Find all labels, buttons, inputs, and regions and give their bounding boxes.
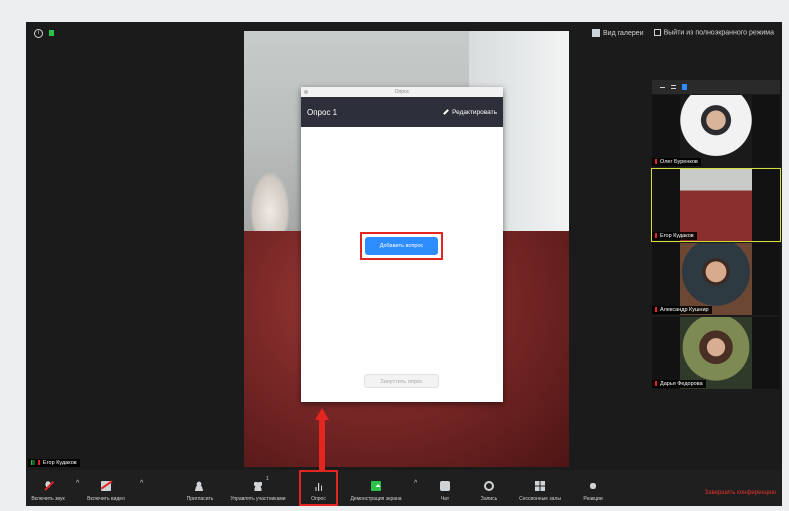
- breakout-rooms-button[interactable]: Сессионные залы: [510, 470, 570, 506]
- chat-button[interactable]: Чат: [430, 470, 460, 506]
- muted-mic-icon: [655, 307, 657, 313]
- gallery-view-button[interactable]: Вид галереи: [592, 29, 644, 37]
- muted-mic-icon: [655, 159, 657, 165]
- red-arrow-annotation: [315, 408, 329, 471]
- close-icon[interactable]: [304, 90, 308, 94]
- reactions-icon: [588, 481, 598, 491]
- active-speaker-label: Егор Кудаков: [28, 459, 80, 467]
- grid-view-icon[interactable]: [682, 84, 687, 90]
- participant-video: [680, 243, 752, 315]
- participant-name: Александр Кушнир: [652, 306, 712, 314]
- polls-highlight: [299, 470, 338, 506]
- info-icon[interactable]: i: [34, 28, 43, 38]
- share-screen-button[interactable]: Демонстрация экрана: [340, 470, 412, 506]
- record-button[interactable]: Запись: [472, 470, 506, 506]
- video-options-chevron-icon[interactable]: ^: [140, 480, 143, 487]
- participant-name: Егор Кудаков: [652, 232, 697, 240]
- share-screen-icon: [371, 481, 381, 491]
- start-video-button[interactable]: Включить видео: [84, 470, 128, 506]
- unmute-button[interactable]: Включить звук: [28, 470, 68, 506]
- meeting-toolbar: Включить звук ^ Включить видео ^ Приглас…: [26, 470, 782, 506]
- participant-video: [680, 317, 752, 389]
- arrow-shaft: [319, 420, 325, 471]
- poll-header: Опрос 1 Редактировать: [301, 97, 503, 127]
- participants-count: 1: [266, 476, 269, 482]
- record-icon: [484, 481, 494, 491]
- muted-mic-icon: [655, 233, 657, 239]
- participant-video: [680, 169, 752, 241]
- add-question-button[interactable]: Добавить вопрос: [365, 237, 438, 255]
- launch-poll-button[interactable]: Запустить опрос: [364, 374, 439, 388]
- invite-button[interactable]: Пригласить: [182, 470, 218, 506]
- mic-muted-icon: [43, 481, 53, 491]
- poll-dialog-titlebar: Опрос: [301, 87, 503, 97]
- audio-options-chevron-icon[interactable]: ^: [76, 480, 79, 487]
- pencil-icon: [443, 109, 449, 115]
- share-options-chevron-icon[interactable]: ^: [414, 480, 417, 487]
- encryption-lock-icon[interactable]: [49, 30, 54, 36]
- zoom-window: i Вид галереи Выйти из полноэкранного ре…: [26, 22, 782, 506]
- participant-thumbnail[interactable]: Александр Кушнир: [652, 243, 780, 315]
- participant-name: Дарья Федорова: [652, 380, 706, 388]
- camera-off-icon: [101, 481, 111, 491]
- invite-icon: [195, 481, 205, 491]
- add-question-highlight: Добавить вопрос: [360, 232, 443, 260]
- participant-thumbnail[interactable]: Егор Кудаков: [651, 168, 781, 242]
- list-view-icon[interactable]: [671, 85, 676, 89]
- muted-mic-icon: [655, 381, 657, 387]
- audio-level-icon: [31, 460, 36, 466]
- muted-mic-icon: [38, 460, 40, 466]
- breakout-rooms-icon: [535, 481, 545, 491]
- participant-video: [680, 95, 752, 167]
- end-meeting-button[interactable]: Завершить конференцию: [705, 490, 776, 496]
- edit-poll-button[interactable]: Редактировать: [443, 109, 497, 116]
- manage-participants-button[interactable]: Управлять участниками: [222, 470, 294, 506]
- chat-icon: [440, 481, 450, 491]
- reactions-button[interactable]: Реакции: [576, 470, 610, 506]
- arrow-head: [315, 408, 329, 420]
- participant-name: Олег Буренков: [652, 158, 701, 166]
- poll-dialog: Опрос Опрос 1 Редактировать Добавить воп…: [301, 87, 503, 402]
- participants-icon: [253, 481, 263, 491]
- participant-thumbnail[interactable]: Олег Буренков: [652, 95, 780, 167]
- participant-thumbnail[interactable]: Дарья Федорова: [652, 317, 780, 389]
- grid-icon: [592, 29, 601, 37]
- minimize-icon[interactable]: [660, 86, 665, 88]
- exit-fullscreen-icon: [653, 29, 661, 37]
- poll-title: Опрос 1: [307, 107, 338, 117]
- exit-fullscreen-button[interactable]: Выйти из полноэкранного режима: [653, 29, 774, 37]
- thumbnail-controls: [652, 80, 780, 94]
